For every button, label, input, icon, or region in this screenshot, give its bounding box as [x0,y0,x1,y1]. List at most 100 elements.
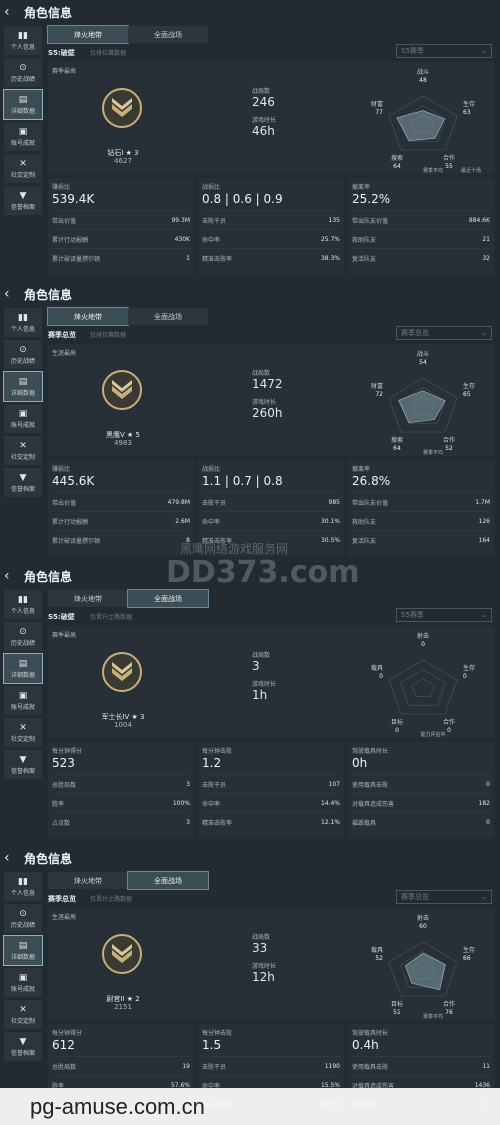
tab-mode[interactable]: 全面战场 [128,26,208,43]
sidebar-item[interactable]: ▤ 详细数据 [3,653,43,684]
radar-value: 0 [379,673,383,680]
page-title: 角色信息 [24,287,73,302]
stat-row-value: 30.5% [320,536,340,544]
sidebar-item[interactable]: ▣ 账号成就 [4,686,42,715]
season-select[interactable]: 赛季总览 ⌄ [396,326,492,340]
card-label: 生涯最高 [52,914,77,921]
tab-mode[interactable]: 烽火地带 [48,872,128,889]
filter-checkbox[interactable]: 仅晋升之路数据 [90,612,132,621]
tab-mode[interactable]: 烽火地带 [48,590,128,607]
trophy-icon: ▣ [18,408,28,419]
sidebar-item[interactable]: ▼ 信誉档案 [4,750,42,779]
stat-row-value: 479.8M [167,498,190,506]
time-label: 游戏时长 [252,399,277,406]
sidebar-item[interactable]: ▮▮ 个人信息 [4,308,42,337]
sidebar-item-label: 账号成就 [10,139,35,147]
rank-points: 1004 [114,721,132,729]
ability-radar: 战斗54 财富72 生存65 搜索64 合作52赛季平均 [371,350,475,456]
stat-row-value: 126 [478,517,490,525]
sidebar-item[interactable]: ▤ 详细数据 [3,935,43,966]
folder-icon: ▤ [18,376,28,387]
folder-icon: ▤ [18,94,28,105]
stat-row: 带出价值 99.3M [52,210,190,229]
profile-panel: ‹ 角色信息 ▮▮ 个人信息 ⊙ 历史战绩 ▤ 详细数据 ▣ 账号成就 ✕ 社交定制 ▼ 信誉档案 烽火地带… [0,282,500,563]
tab-mode[interactable]: 全面战场 [127,871,209,890]
radar-area [398,390,446,423]
sidebar-item[interactable]: ▤ 详细数据 [3,371,43,402]
sidebar-item[interactable]: ⊙ 历史战绩 [4,340,42,369]
back-icon[interactable]: ‹ [4,4,18,20]
sidebar-item[interactable]: ▮▮ 个人信息 [4,872,42,901]
filter-checkbox[interactable]: 仅排位赛数据 [90,48,126,57]
rank-points: 2151 [114,1003,132,1011]
shield-icon: ▼ [19,754,27,765]
filter-checkbox[interactable]: 仅排位赛数据 [90,330,126,339]
sidebar-item[interactable]: ✕ 社交定制 [4,718,42,747]
radar-value: 48 [419,77,427,84]
tools-icon: ✕ [19,722,27,733]
sidebar-item[interactable]: ▮▮ 个人信息 [4,590,42,619]
stat-row: 累计破译量攒尔顿 1 [52,248,190,267]
tab-mode[interactable]: 全面战场 [128,308,208,325]
season-select[interactable]: S5赛季 ⌄ [396,608,492,622]
header: ‹ 角色信息 [0,282,500,306]
radar-value: 52 [445,445,453,452]
stat-column: 撤离率 26.8% 带出队友价值 1.7M 救助队友 126 复活队友 164 [348,460,494,556]
stat-row-value: 2.6M [175,517,190,525]
sidebar-item-label: 社交定制 [10,1017,35,1025]
radar-value: 64 [393,163,401,170]
stat-row-label: 击败干员 [202,499,227,507]
sidebar-item[interactable]: ⊙ 历史战绩 [4,58,42,87]
radar-label: 搜索 [391,436,403,444]
sidebar-item[interactable]: ✕ 社交定制 [4,436,42,465]
season-select[interactable]: 赛季总览 ⌄ [396,890,492,904]
sidebar-item[interactable]: ▣ 账号成就 [4,122,42,151]
radar-value: 0 [463,673,467,680]
filter-checkbox[interactable]: 仅晋升之路数据 [90,894,132,903]
sidebar-item[interactable]: ▣ 账号成就 [4,968,42,997]
season-label: S5:破壁 [48,613,75,621]
sidebar-item[interactable]: ✕ 社交定制 [4,154,42,183]
watermark-dd373: DD373.com [166,555,360,590]
sidebar-item[interactable]: ⊙ 历史战绩 [4,622,42,651]
tab-mode[interactable]: 烽火地带 [47,307,129,326]
radar-label: 目标 [391,718,403,726]
bar-chart-icon: ▮▮ [18,312,28,323]
back-icon[interactable]: ‹ [4,850,18,866]
match-summary: 战局数 1472 游戏时长 260h [252,368,283,426]
back-icon[interactable]: ‹ [4,568,18,584]
sidebar-item[interactable]: ▼ 信誉档案 [4,468,42,497]
tab-mode[interactable]: 全面战场 [127,589,209,608]
sidebar-item-label: 社交定制 [10,171,35,179]
radar-value: 65 [463,391,471,398]
back-icon[interactable]: ‹ [4,286,18,302]
time-value: 260h [252,406,283,420]
stat-row: 精准击败率 12.1% [202,812,340,831]
stat-row-value: 135 [328,216,340,224]
profile-panel: ‹ 角色信息 ▮▮ 个人信息 ⊙ 历史战绩 ▤ 详细数据 ▣ 账号成就 ✕ 社交定制 ▼ 信誉档案 烽火地带… [0,564,500,845]
season-select[interactable]: S5赛季 ⌄ [396,44,492,58]
sidebar-item[interactable]: ✕ 社交定制 [4,1000,42,1029]
radar-label: 目标 [391,1000,403,1008]
stat-row-value: 30.1% [320,517,340,525]
sidebar-item[interactable]: ▼ 信誉档案 [4,1032,42,1061]
radar-label: 搜索 [391,154,403,162]
stat-label: 每分钟击败 [202,1030,233,1037]
radar-label: 合作 [443,718,455,726]
sidebar-item[interactable]: ⊙ 历史战绩 [4,904,42,933]
sidebar-item[interactable]: ▤ 详细数据 [3,89,43,120]
sidebar-item[interactable]: ▼ 信誉档案 [4,186,42,215]
mode-tabs: 烽火地带 全面战场 [47,25,208,44]
time-value: 46h [252,124,275,138]
radar-legend: 赛季平均 [423,449,443,456]
matches-label: 战局数 [252,88,271,95]
stat-row: 命中率 30.1% [202,511,340,530]
radar-label: 生存 [463,664,475,672]
sidebar-item[interactable]: ▮▮ 个人信息 [4,26,42,55]
season-select-value: 赛季总览 [401,329,429,337]
tab-mode[interactable]: 烽火地带 [47,25,129,44]
sidebar-item-label: 个人信息 [10,325,35,333]
ability-radar: 射击0载具0生存0目标0合作0能力评估中 [371,632,475,738]
stat-value: 0h [352,756,368,770]
sidebar-item[interactable]: ▣ 账号成就 [4,404,42,433]
